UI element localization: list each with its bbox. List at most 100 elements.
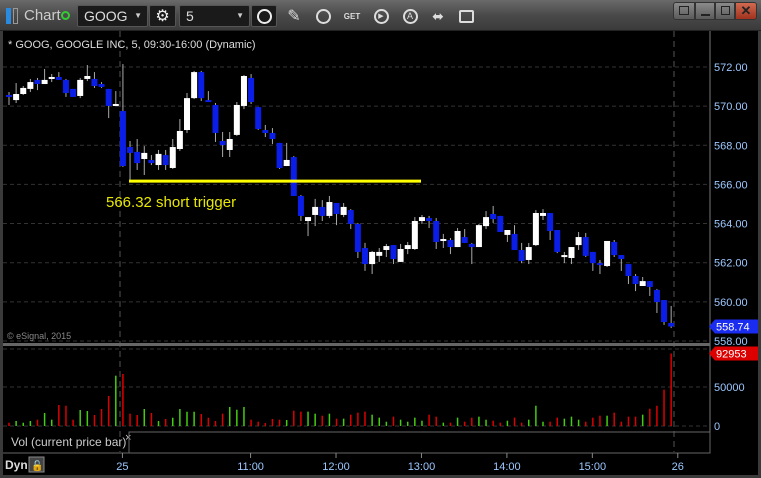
candle-body <box>13 94 20 101</box>
candle-body <box>70 88 77 97</box>
candle-body <box>212 104 219 133</box>
copyright: © eSignal, 2015 <box>7 331 71 341</box>
candle-body <box>248 77 255 103</box>
candle-body <box>454 230 461 248</box>
price-tick-label: 562.00 <box>714 258 748 270</box>
candle-body <box>646 281 653 287</box>
short-trigger-label: 566.32 short trigger <box>106 194 236 211</box>
close-button[interactable]: ✕ <box>735 2 757 20</box>
volume-tick-label: 50000 <box>714 382 745 394</box>
candle-body <box>554 230 561 252</box>
pencil-icon[interactable]: ✎ <box>283 6 305 26</box>
candle-body <box>333 203 340 214</box>
close-icon: ✕ <box>740 3 752 18</box>
candle-body <box>148 159 155 164</box>
candle-body <box>262 130 269 133</box>
time-tick-label: 11:00 <box>237 461 264 473</box>
candle-body <box>404 245 411 250</box>
candle-body <box>155 153 162 166</box>
candle-body <box>483 217 490 227</box>
remove-study-button[interactable]: × <box>125 432 131 444</box>
candle-body <box>354 223 361 252</box>
price-tick-label: 572.00 <box>714 62 748 74</box>
play-icon[interactable]: ▶ <box>370 6 392 26</box>
candle-body <box>611 241 618 256</box>
candle-body <box>255 107 262 130</box>
dyn-label: Dyn <box>5 458 28 472</box>
candle-body <box>326 202 333 216</box>
candle-body <box>233 104 240 135</box>
candle-body <box>134 151 141 164</box>
candle-body <box>191 72 198 99</box>
candle-body <box>48 76 55 79</box>
candle-body <box>119 111 126 167</box>
candle-body <box>376 251 383 256</box>
price-tick-label: 568.00 <box>714 140 748 152</box>
maximize-button[interactable] <box>715 2 735 20</box>
minimize-button[interactable] <box>695 2 715 20</box>
time-tick-label: 15:00 <box>579 461 607 473</box>
chart-area[interactable]: * GOOG, GOOGLE INC, 5, 09:30-16:00 (Dyna… <box>3 31 758 475</box>
alert-icon[interactable]: A <box>399 6 421 26</box>
link-arrows-icon[interactable]: ⬌ <box>427 6 449 26</box>
candle-body <box>162 155 169 166</box>
symbol-dropdown[interactable]: GOOG ▼ <box>77 5 148 27</box>
candle-body <box>269 132 276 140</box>
candle-body <box>418 217 425 222</box>
candle-body <box>290 157 297 196</box>
chart-window-icon <box>6 8 20 24</box>
comment-icon[interactable] <box>455 6 477 26</box>
candle-body <box>618 255 625 259</box>
clock-icon <box>256 8 272 24</box>
interval-value: 5 <box>186 8 194 24</box>
last-price-label: 558.74 <box>716 321 750 333</box>
candle-body <box>383 246 390 250</box>
time-template-button[interactable] <box>251 5 277 27</box>
window-link-button[interactable] <box>673 2 695 20</box>
candle-body <box>668 322 675 327</box>
candle-body <box>440 239 447 242</box>
candle-body <box>27 82 34 89</box>
candle-body <box>312 206 319 215</box>
candle-body <box>219 140 226 146</box>
candle-body <box>661 300 668 322</box>
window-title: Chart <box>24 7 61 24</box>
candle-body <box>390 245 397 259</box>
get-data-icon[interactable]: GET <box>341 6 363 26</box>
candle-body <box>511 233 518 250</box>
candle-body <box>77 79 84 96</box>
candle-body <box>632 276 639 285</box>
candle-body <box>561 255 568 258</box>
candle-body <box>297 195 304 216</box>
candle-body <box>596 263 603 266</box>
lock-icon: 🔓 <box>31 459 43 472</box>
chevron-down-icon: ▼ <box>134 11 142 20</box>
candle-body <box>20 87 27 95</box>
volume-last-label: 92953 <box>716 348 747 360</box>
candle-body <box>369 251 376 265</box>
candle-body <box>461 237 468 243</box>
candle-body <box>84 76 91 79</box>
price-tick-label: 560.00 <box>714 297 748 309</box>
candle-body <box>575 237 582 246</box>
candle-body <box>205 100 212 103</box>
studies-icon[interactable] <box>312 6 334 26</box>
candle-body <box>582 237 589 256</box>
candle-body <box>226 139 233 150</box>
candle-body <box>176 130 183 149</box>
chart-legend: * GOOG, GOOGLE INC, 5, 09:30-16:00 (Dyna… <box>8 39 256 51</box>
minimize-icon <box>701 14 710 16</box>
candle-body <box>497 215 504 232</box>
time-tick-label: 13:00 <box>408 461 436 473</box>
symbol-settings-button[interactable]: ⚙ <box>149 5 176 27</box>
price-tick-label: 566.00 <box>714 179 748 191</box>
window-link-icon <box>679 6 689 15</box>
candle-body <box>625 264 632 277</box>
candle-body <box>283 159 290 167</box>
interval-dropdown[interactable]: 5 ▼ <box>179 5 250 27</box>
candle-body <box>426 218 433 222</box>
candle-body <box>518 249 525 261</box>
candle-body <box>589 251 596 264</box>
candle-body <box>276 142 283 168</box>
chevron-down-icon: ▼ <box>236 11 244 20</box>
